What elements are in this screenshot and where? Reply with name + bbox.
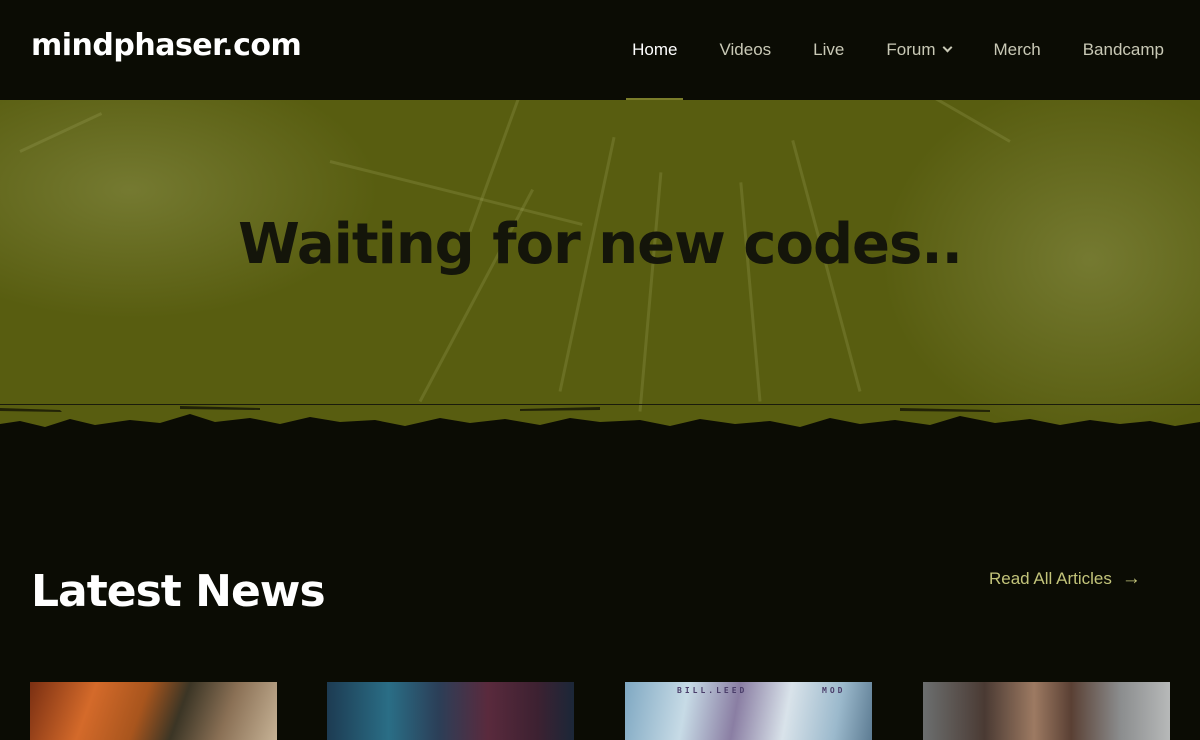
site-logo[interactable]: mindphaser.com [31, 28, 302, 63]
site-header: mindphaser.com Home Videos Live Forum Me… [0, 0, 1200, 100]
nav-item-home[interactable]: Home [626, 0, 684, 100]
chevron-down-icon [943, 42, 953, 53]
nav-item-forum[interactable]: Forum [886, 0, 953, 100]
nav-item-live[interactable]: Live [813, 0, 844, 100]
nav-item-bandcamp[interactable]: Bandcamp [1083, 0, 1164, 100]
article-thumbnail-3[interactable]: BILL.LEED MOD [625, 682, 872, 740]
hero-streak [638, 172, 663, 412]
article-thumbnail-1[interactable] [30, 682, 277, 740]
latest-news-heading: Latest News [31, 566, 326, 617]
torn-edge-divider [0, 406, 1200, 440]
main-nav: Home Videos Live Forum Merch Bandcamp [590, 0, 1164, 100]
nav-item-merch[interactable]: Merch [993, 0, 1040, 100]
read-all-articles-label: Read All Articles [989, 569, 1112, 588]
nav-item-videos[interactable]: Videos [719, 0, 771, 100]
arrow-right-icon: → [1121, 568, 1141, 589]
thumbnail-text-left: BILL.LEED [677, 686, 748, 695]
nav-item-forum-label: Forum [886, 40, 936, 59]
thumbnail-text-right: MOD [822, 686, 846, 695]
hero-title: Waiting for new codes.. [238, 212, 963, 277]
article-thumbnail-2[interactable] [327, 682, 574, 740]
hero-banner: Waiting for new codes.. [0, 100, 1200, 435]
read-all-articles-link[interactable]: Read All Articles → [989, 568, 1141, 590]
article-thumbnail-4[interactable] [923, 682, 1170, 740]
